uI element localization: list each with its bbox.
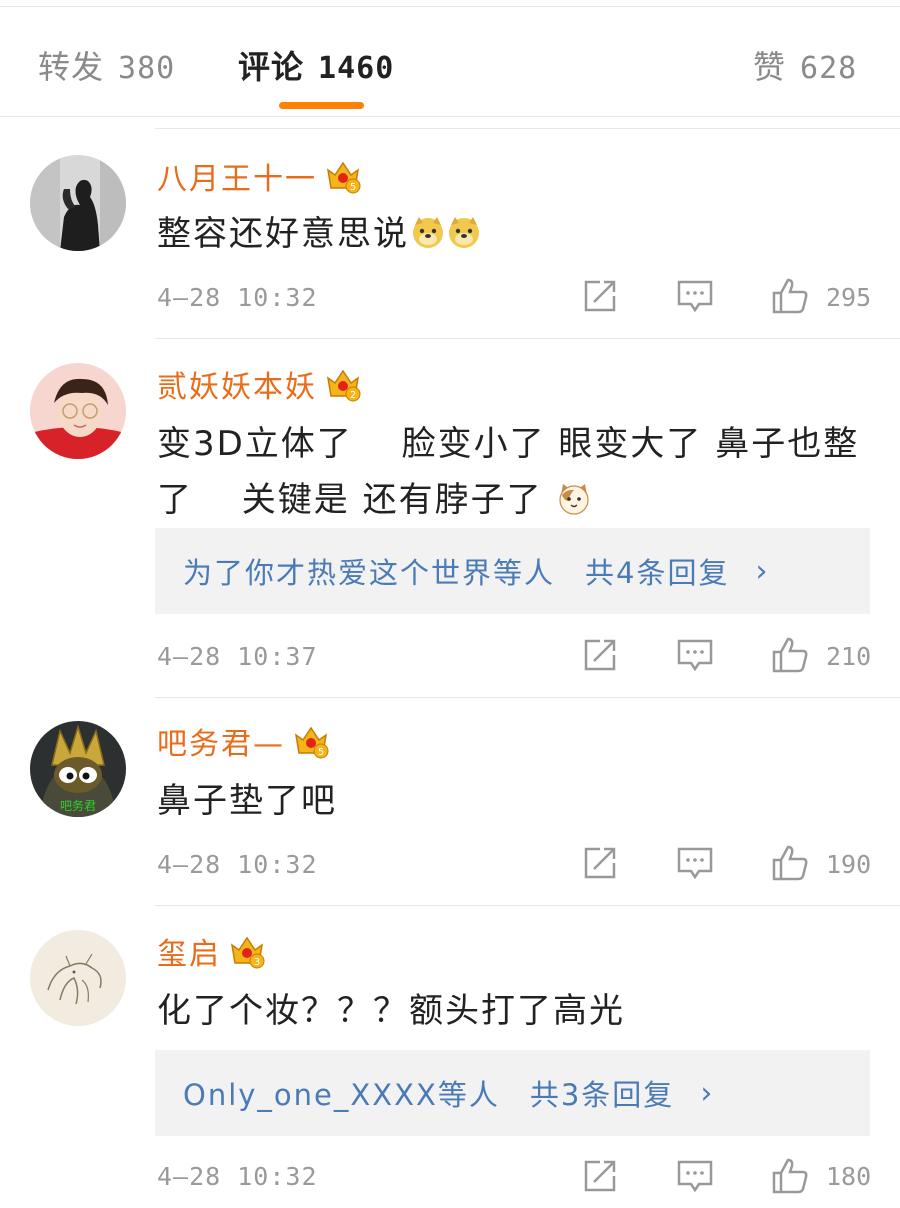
- chevron-right-icon: ›: [700, 1075, 715, 1111]
- tab-reposts[interactable]: 转发 380: [38, 42, 175, 88]
- reply-summary[interactable]: Only_one_XXXX等人 共3条回复 ›: [155, 1050, 870, 1136]
- comment-icon[interactable]: [675, 635, 715, 675]
- reply-summary[interactable]: 为了你才热爱这个世界等人 共4条回复 ›: [155, 528, 870, 614]
- tab-likes-count: 628: [800, 51, 858, 86]
- comment-divider: [155, 338, 900, 339]
- like-count: 210: [826, 642, 872, 671]
- username[interactable]: 吧务君—: [157, 719, 285, 763]
- svg-text:3: 3: [254, 957, 260, 968]
- comment-text: 整容还好意思说: [157, 206, 870, 262]
- username[interactable]: 八月王十一: [157, 154, 317, 198]
- repost-icon[interactable]: [580, 843, 620, 883]
- tab-likes-label: 赞: [753, 48, 787, 86]
- doge-emoji-icon: [413, 217, 443, 248]
- thumbs-up-icon[interactable]: [770, 1156, 810, 1196]
- comment-divider: [155, 697, 900, 698]
- tab-comments[interactable]: 评论 1460: [238, 42, 394, 88]
- comment-item: 玺启 3 化了个妆？？？额头打了高光 Only_one_XXXX等人 共3条回复…: [0, 905, 900, 1208]
- comment-text: 变3D立体了 脸变小了 眼变大了 鼻子也整了 关键是 还有脖子了: [157, 416, 870, 528]
- comment-time: 4—28 10:37: [157, 642, 318, 671]
- repost-icon[interactable]: [580, 635, 620, 675]
- repost-icon[interactable]: [580, 1156, 620, 1196]
- comment-divider: [155, 128, 900, 129]
- svg-text:2: 2: [350, 390, 356, 401]
- comment-icon[interactable]: [675, 276, 715, 316]
- vip-crown-icon: 3: [230, 936, 265, 969]
- comment-time: 4—28 10:32: [157, 283, 318, 312]
- comment-icon[interactable]: [675, 1156, 715, 1196]
- comment-time: 4—28 10:32: [157, 850, 318, 879]
- comment-time: 4—28 10:32: [157, 1162, 318, 1191]
- doge-emoji-icon: [449, 217, 479, 248]
- thumbs-up-icon[interactable]: [770, 635, 810, 675]
- cat-emoji-icon: [559, 484, 590, 515]
- comment-item: 贰妖妖本妖 2 变3D立体了 脸变小了 眼变大了 鼻子也整了 关键是 还有脖子了…: [0, 338, 900, 698]
- reply-users: 为了你才热爱这个世界等人: [183, 556, 556, 590]
- tab-reposts-label: 转发: [38, 48, 105, 86]
- tab-bar: 转发 380 评论 1460 赞 628: [0, 6, 900, 117]
- comment-text-content: 鼻子垫了吧: [157, 781, 337, 821]
- comment-text-content: 整容还好意思说: [157, 214, 409, 254]
- comment-text-content: 化了个妆？？？额头打了高光: [157, 991, 625, 1031]
- vip-crown-icon: 2: [326, 369, 361, 402]
- svg-text:5: 5: [350, 182, 356, 193]
- like-count: 295: [826, 283, 872, 312]
- reply-count: 共4条回复: [585, 556, 730, 590]
- avatar[interactable]: [30, 930, 126, 1026]
- comment-icon[interactable]: [675, 843, 715, 883]
- comment-text: 化了个妆？？？额头打了高光: [157, 983, 870, 1039]
- vip-crown-icon: 5: [294, 726, 329, 759]
- avatar-caption: 吧务君: [60, 798, 96, 813]
- avatar[interactable]: 吧务君: [30, 721, 126, 817]
- username[interactable]: 玺启: [157, 929, 221, 973]
- comment-item: 八月王十一 5 整容还好意思说 4—28 10:32 295: [0, 128, 900, 338]
- reply-count: 共3条回复: [529, 1078, 675, 1112]
- like-count: 180: [826, 1162, 872, 1191]
- avatar[interactable]: [30, 363, 126, 459]
- chevron-right-icon: ›: [755, 553, 770, 589]
- thumbs-up-icon[interactable]: [770, 843, 810, 883]
- comment-text: 鼻子垫了吧: [157, 773, 870, 829]
- tab-comments-label: 评论: [238, 48, 305, 86]
- thumbs-up-icon[interactable]: [770, 276, 810, 316]
- comment-text-content: 变3D立体了 脸变小了 眼变大了 鼻子也整了 关键是 还有脖子了: [157, 424, 860, 520]
- avatar[interactable]: [30, 155, 126, 251]
- active-tab-indicator: [279, 102, 364, 109]
- svg-text:5: 5: [318, 747, 324, 758]
- comment-item: 吧务君 吧务君— 5 鼻子垫了吧 4—28 10:32 190: [0, 697, 900, 905]
- comment-divider: [155, 905, 900, 906]
- tab-reposts-count: 380: [118, 51, 176, 86]
- reply-users: Only_one_XXXX等人: [183, 1078, 500, 1112]
- tab-comments-count: 1460: [318, 51, 395, 86]
- tab-likes[interactable]: 赞 628: [753, 42, 857, 88]
- repost-icon[interactable]: [580, 276, 620, 316]
- like-count: 190: [826, 850, 872, 879]
- vip-crown-icon: 5: [326, 161, 361, 194]
- username[interactable]: 贰妖妖本妖: [157, 362, 317, 406]
